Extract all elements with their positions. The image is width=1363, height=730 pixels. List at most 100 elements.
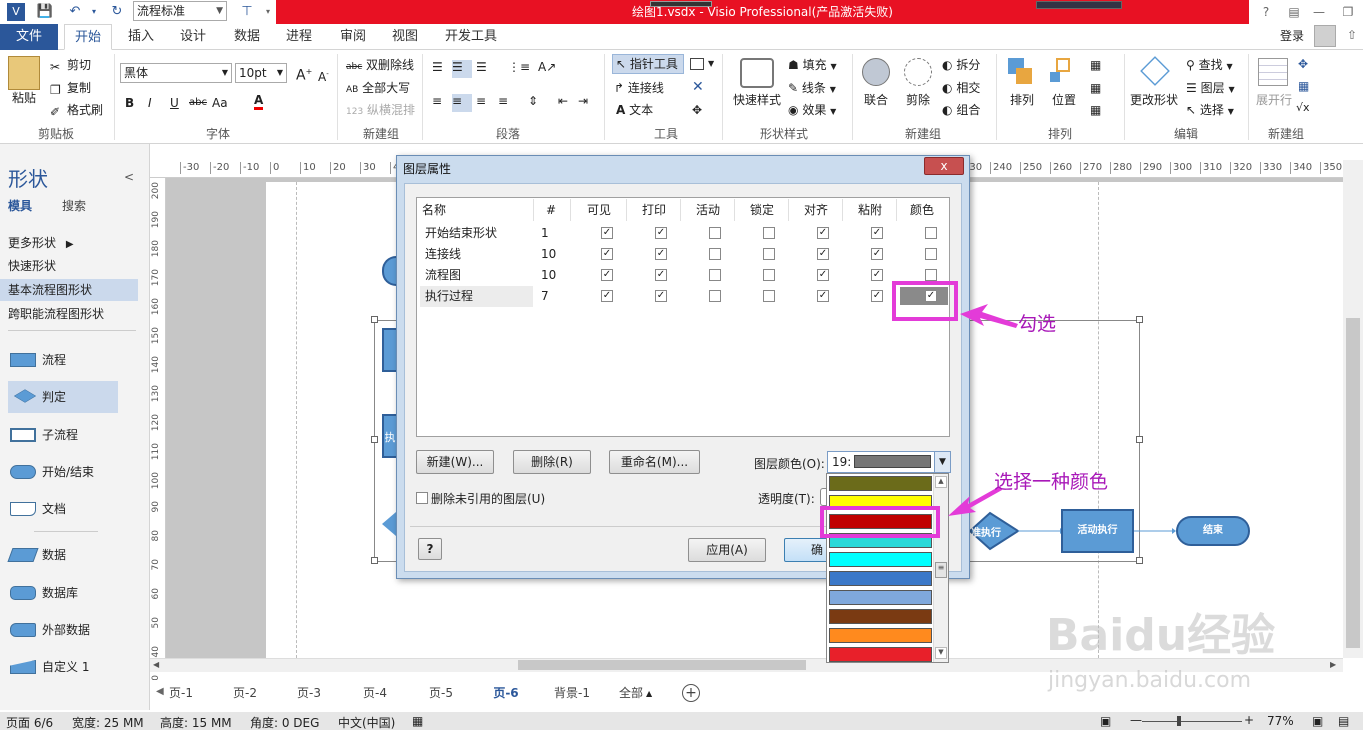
color-swatch[interactable] bbox=[829, 552, 932, 567]
layer-checkbox[interactable]: ✓ bbox=[817, 290, 829, 302]
spacing-icon[interactable]: ⇕ bbox=[528, 94, 544, 110]
presentation-icon[interactable]: ▣ bbox=[1100, 714, 1111, 728]
tab-design[interactable]: 设计 bbox=[170, 24, 216, 50]
save-icon[interactable]: 💾 bbox=[34, 3, 56, 21]
more-shapes[interactable]: 更多形状 ▶ bbox=[8, 232, 118, 254]
decrease-indent-icon[interactable]: ⇤ bbox=[558, 94, 574, 110]
align-shapes-icon[interactable]: ▦ bbox=[1090, 57, 1101, 73]
undo-icon[interactable]: ↶ bbox=[64, 3, 86, 21]
align-top-icon[interactable]: ☰ bbox=[432, 60, 448, 76]
align-icon[interactable]: ⊤ bbox=[236, 3, 258, 21]
selection-handle[interactable] bbox=[371, 557, 378, 564]
formula-icon[interactable]: √x bbox=[1296, 100, 1310, 116]
vertical-scroll-thumb[interactable] bbox=[1346, 318, 1360, 648]
selection-handle[interactable] bbox=[371, 436, 378, 443]
end-shape[interactable]: 结束 bbox=[1176, 516, 1250, 546]
chevron-up-icon[interactable]: ▲ bbox=[646, 689, 652, 698]
select-button[interactable]: ↖ 选择 ▼ bbox=[1186, 102, 1234, 120]
tab-data[interactable]: 数据 bbox=[224, 24, 270, 50]
layer-color-select[interactable]: 19: ▼ bbox=[827, 451, 951, 473]
stencil-cross-functional[interactable]: 跨职能流程图形状 bbox=[8, 303, 118, 325]
union-icon[interactable] bbox=[862, 58, 890, 86]
layer-checkbox[interactable]: ✓ bbox=[601, 248, 613, 260]
layer-checkbox[interactable] bbox=[763, 290, 775, 302]
shape-document[interactable]: 文档 bbox=[8, 493, 118, 525]
shape-decision[interactable]: 判定 bbox=[8, 381, 118, 413]
fill-button[interactable]: ☗ 填充 ▼ bbox=[788, 57, 837, 75]
quick-styles-button[interactable]: 快速样式 bbox=[733, 92, 781, 108]
chevron-down-icon[interactable]: ▼ bbox=[935, 647, 947, 659]
zoom-slider[interactable] bbox=[1142, 721, 1242, 722]
scroll-right-icon[interactable]: ▶ bbox=[1330, 660, 1336, 669]
tab-review[interactable]: 审阅 bbox=[330, 24, 376, 50]
col-header-active[interactable]: 活动 bbox=[682, 199, 734, 221]
text-direction-icon[interactable]: A↗ bbox=[538, 60, 556, 76]
align-bottom-icon[interactable]: ☰ bbox=[476, 60, 492, 76]
layer-checkbox[interactable]: ✓ bbox=[601, 290, 613, 302]
tab-view[interactable]: 视图 bbox=[382, 24, 428, 50]
layer-checkbox[interactable] bbox=[763, 248, 775, 260]
dropdown-scroll-thumb[interactable]: ≡ bbox=[935, 562, 947, 578]
connect-icon[interactable]: ✥ bbox=[1298, 56, 1308, 72]
col-header-lock[interactable]: 锁定 bbox=[736, 199, 788, 221]
text-tool-button[interactable]: A 文本 bbox=[616, 102, 653, 118]
expand-row-icon[interactable] bbox=[1258, 58, 1288, 86]
col-header-snap[interactable]: 对齐 bbox=[790, 199, 842, 221]
horizontal-scroll-thumb[interactable] bbox=[518, 660, 806, 670]
bullets-icon[interactable]: ⋮≡ bbox=[508, 60, 530, 76]
restore-icon[interactable]: ❐ bbox=[1334, 0, 1362, 24]
help-button[interactable]: ? bbox=[418, 538, 442, 560]
shape-terminator[interactable]: 开始/结束 bbox=[8, 456, 118, 488]
status-page[interactable]: 页面 6/6 bbox=[6, 714, 53, 730]
tab-file[interactable]: 文件 bbox=[0, 24, 58, 50]
layer-checkbox[interactable]: ✓ bbox=[871, 248, 883, 260]
connector-tool-button[interactable]: ↱ 连接线 bbox=[614, 80, 664, 96]
layer-checkbox[interactable]: ✓ bbox=[655, 290, 667, 302]
remove-unused-checkbox[interactable] bbox=[416, 492, 428, 504]
close-x-icon[interactable]: ✕ bbox=[692, 79, 704, 95]
position-button[interactable]: 位置 bbox=[1052, 92, 1076, 108]
col-header-name[interactable]: 名称 bbox=[418, 199, 458, 221]
change-shape-button[interactable]: 更改形状 bbox=[1130, 92, 1178, 108]
page-tab-5[interactable]: 页-5 bbox=[424, 682, 458, 704]
align-middle-icon[interactable]: ☰ bbox=[452, 60, 472, 78]
font-family-select[interactable]: 黑体 ▼ bbox=[120, 63, 232, 83]
table-row[interactable]: 流程图 10 ✓ ✓ ✓ ✓ bbox=[416, 265, 950, 286]
col-header-count[interactable]: # bbox=[536, 199, 566, 221]
page-tab-2[interactable]: 页-2 bbox=[228, 682, 262, 704]
grow-font-icon[interactable]: A+ bbox=[296, 64, 312, 84]
distribute-icon[interactable]: ▦ bbox=[1090, 102, 1101, 118]
layer-checkbox[interactable]: ✓ bbox=[871, 227, 883, 239]
color-swatch[interactable] bbox=[829, 628, 932, 643]
underline-button[interactable]: U bbox=[170, 95, 179, 111]
layer-checkbox[interactable] bbox=[709, 227, 721, 239]
layer-checkbox[interactable]: ✓ bbox=[817, 248, 829, 260]
layer-name-cell[interactable]: 执行过程 bbox=[425, 286, 473, 306]
layer-checkbox[interactable]: ✓ bbox=[655, 269, 667, 281]
stencil-quick[interactable]: 快速形状 bbox=[8, 255, 118, 277]
switch-window-icon[interactable]: ▤ bbox=[1338, 714, 1349, 728]
page-tab-background-1[interactable]: 背景-1 bbox=[550, 682, 594, 704]
rectangle-icon[interactable] bbox=[690, 58, 704, 70]
page-tab-1[interactable]: 页-1 bbox=[164, 682, 198, 704]
shape-subprocess[interactable]: 子流程 bbox=[8, 419, 118, 451]
layer-name-cell[interactable]: 开始结束形状 bbox=[425, 223, 497, 243]
bring-forward-icon[interactable] bbox=[1008, 58, 1034, 86]
align-left-icon[interactable]: ≡ bbox=[432, 94, 448, 110]
tab-search[interactable]: 搜索 bbox=[62, 197, 86, 214]
page-tab-4[interactable]: 页-4 bbox=[358, 682, 392, 704]
expand-row-button[interactable]: 展开行 bbox=[1256, 92, 1292, 108]
strikethrough-button[interactable]: abc bbox=[189, 95, 207, 111]
position-icon[interactable] bbox=[1050, 58, 1076, 86]
minimize-icon[interactable]: — bbox=[1305, 0, 1333, 24]
selection-handle[interactable] bbox=[1136, 316, 1143, 323]
tab-developer[interactable]: 开发工具 bbox=[440, 24, 502, 50]
ok-button[interactable]: 确定 bbox=[784, 538, 828, 562]
avatar[interactable] bbox=[1314, 25, 1336, 47]
italic-button[interactable]: I bbox=[148, 95, 152, 111]
shape-process[interactable]: 流程 bbox=[8, 344, 118, 376]
fragment-icon[interactable] bbox=[904, 58, 932, 86]
double-strike-button[interactable]: abc 双删除线 bbox=[346, 57, 414, 75]
zoom-slider-thumb[interactable] bbox=[1177, 716, 1181, 726]
tab-stencils[interactable]: 模具 bbox=[8, 197, 32, 214]
